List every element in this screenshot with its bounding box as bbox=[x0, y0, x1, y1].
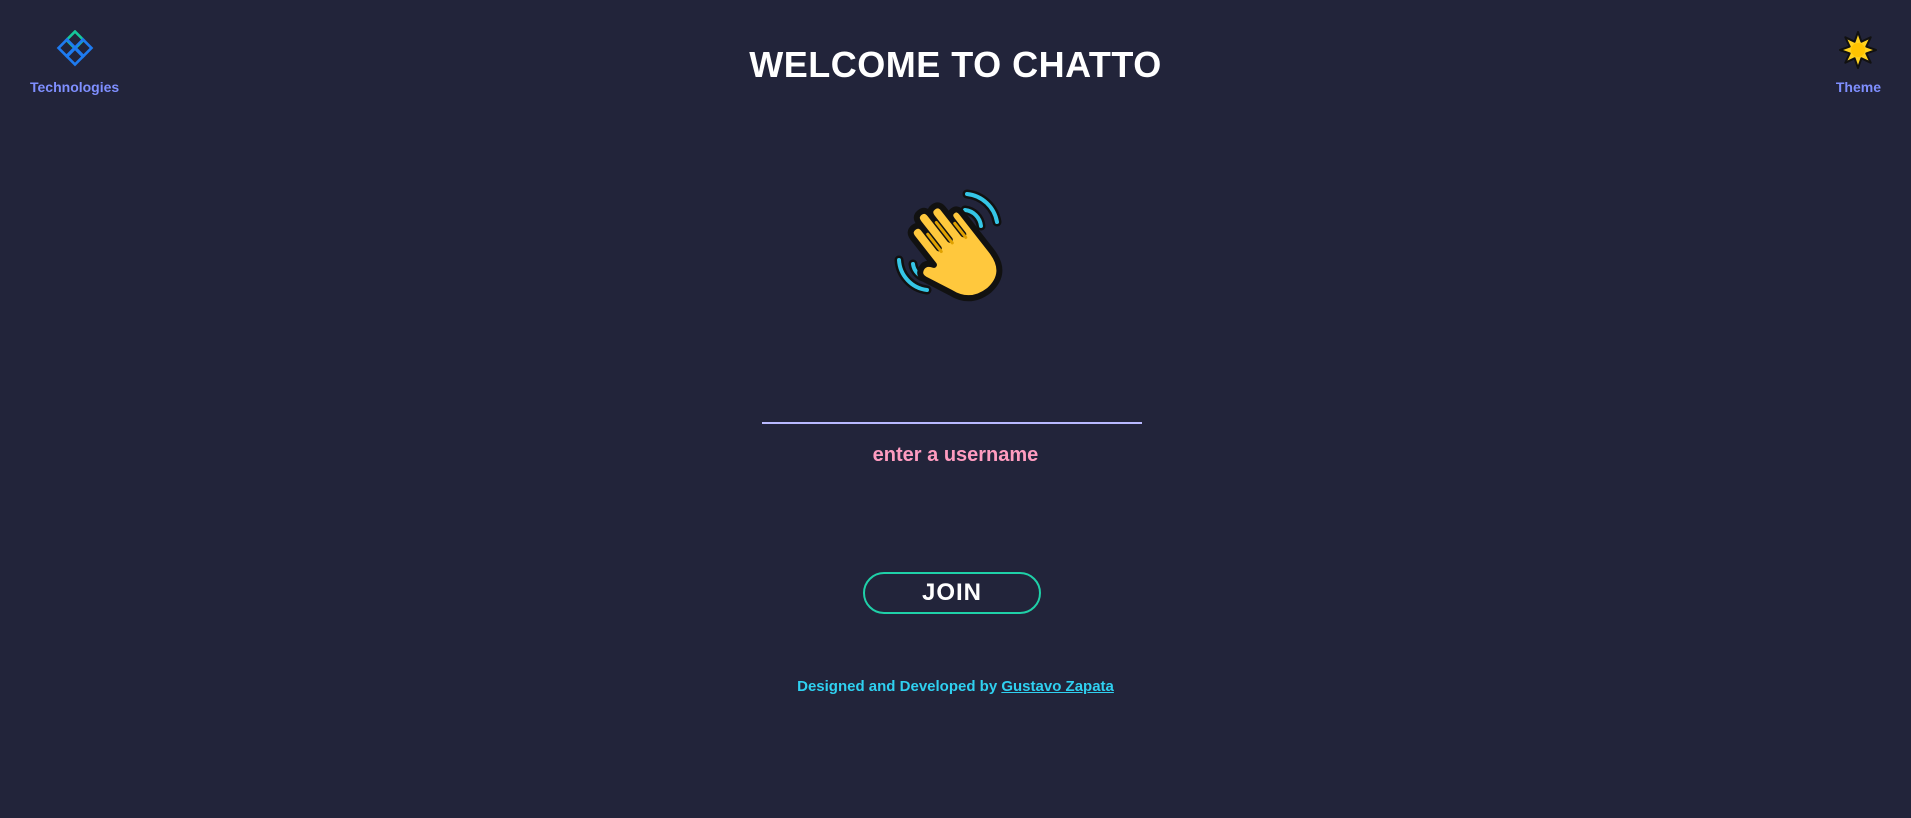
waving-hand-icon bbox=[889, 180, 1021, 312]
page-title: WELCOME TO CHATTO bbox=[749, 44, 1162, 85]
author-link[interactable]: Gustavo Zapata bbox=[1001, 678, 1114, 695]
join-button[interactable]: JOIN bbox=[863, 572, 1041, 614]
theme-button[interactable]: Theme bbox=[1836, 30, 1881, 95]
footer-credit: Designed and Developed by Gustavo Zapata bbox=[0, 678, 1911, 695]
username-hint: enter a username bbox=[872, 444, 1039, 466]
sun-icon bbox=[1838, 30, 1878, 75]
footer-prefix: Designed and Developed by bbox=[797, 678, 1002, 695]
username-input[interactable] bbox=[762, 392, 1142, 424]
theme-label: Theme bbox=[1835, 79, 1881, 95]
